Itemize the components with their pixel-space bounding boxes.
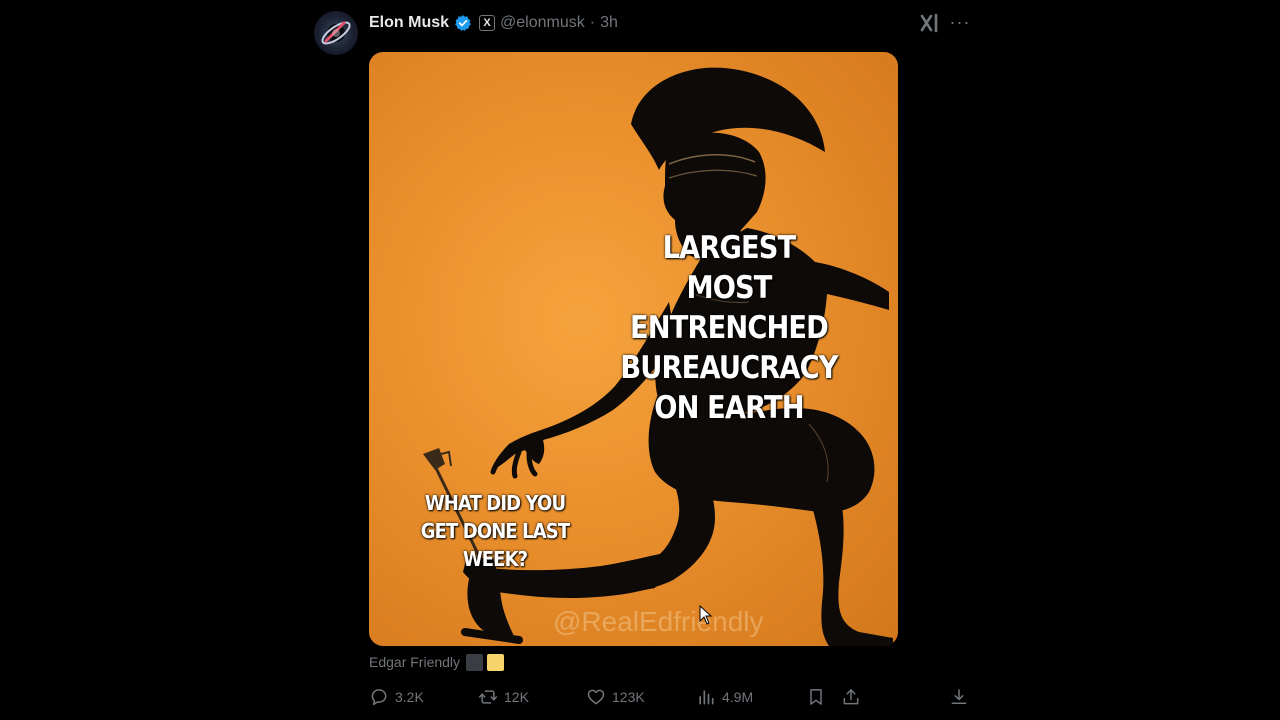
- author-handle[interactable]: @elonmusk: [500, 14, 585, 32]
- heart-icon: [587, 689, 605, 705]
- dark-square-icon: [466, 653, 484, 671]
- avatar[interactable]: [314, 11, 358, 55]
- yellow-square-icon: [487, 653, 505, 671]
- repost-count: 12K: [504, 689, 529, 705]
- meme-caption-main: LARGEST MOST ENTRENCHED BUREAUCRACY ON E…: [620, 230, 838, 426]
- meme-caption-small: WHAT DID YOU GET DONE LAST WEEK?: [420, 491, 570, 571]
- repost-button[interactable]: 12K: [478, 686, 529, 708]
- verified-badge-icon[interactable]: [454, 14, 472, 32]
- bookmark-icon: [810, 689, 822, 705]
- share-icon: [843, 689, 859, 705]
- views-count: 4.9M: [722, 689, 754, 705]
- more-icon[interactable]: ···: [948, 12, 972, 34]
- repost-icon: [478, 690, 498, 704]
- tweet: Elon Musk X @elonmusk · 3h ··· LARGEST M…: [312, 0, 972, 720]
- separator-dot: ·: [589, 14, 596, 31]
- mouse-cursor-icon: [699, 604, 713, 625]
- share-button[interactable]: [841, 686, 861, 708]
- author-name[interactable]: Elon Musk: [369, 14, 449, 32]
- views-button[interactable]: 4.9M: [696, 686, 753, 708]
- download-icon: [951, 689, 967, 704]
- like-button[interactable]: 123K: [586, 686, 645, 708]
- like-count: 123K: [612, 689, 645, 705]
- image-credit-name[interactable]: Edgar Friendly: [369, 654, 460, 670]
- views-icon: [699, 690, 714, 705]
- image-credit: Edgar Friendly: [369, 652, 505, 672]
- tweet-header: Elon Musk X @elonmusk · 3h: [369, 12, 618, 34]
- post-image[interactable]: LARGEST MOST ENTRENCHED BUREAUCRACY ON E…: [369, 52, 898, 646]
- reply-button[interactable]: 3.2K: [369, 686, 424, 708]
- bookmark-button[interactable]: [806, 686, 826, 708]
- x-logo-icon[interactable]: X: [479, 15, 496, 31]
- download-button[interactable]: [949, 686, 969, 708]
- image-watermark: @RealEdfriendly: [553, 606, 764, 637]
- post-time[interactable]: 3h: [600, 14, 618, 32]
- reply-icon: [371, 689, 387, 706]
- grok-icon[interactable]: [918, 12, 942, 34]
- reply-count: 3.2K: [395, 689, 424, 705]
- tweet-actions: 3.2K 12K 123K 4.9M: [369, 686, 975, 708]
